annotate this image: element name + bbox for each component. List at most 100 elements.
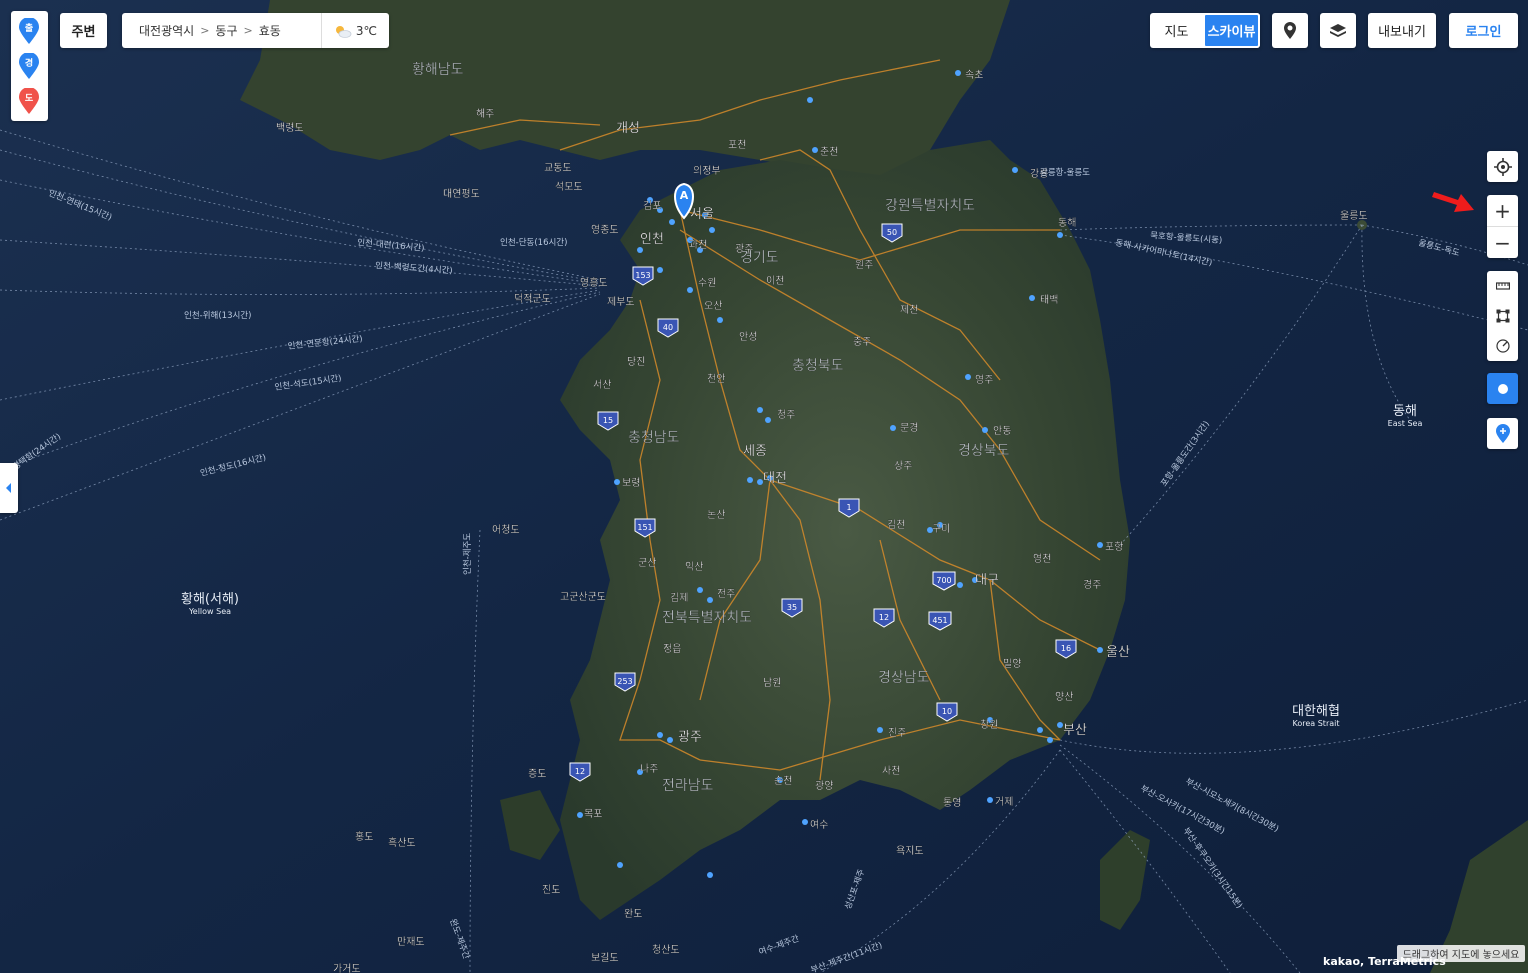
distance-tool-button[interactable] (1487, 271, 1518, 301)
svg-text:증도: 증도 (528, 768, 546, 780)
svg-text:황해남도: 황해남도 (412, 62, 464, 78)
svg-text:군산: 군산 (638, 557, 656, 569)
svg-text:인천: 인천 (640, 232, 664, 247)
svg-text:고군산군도: 고군산군도 (560, 591, 606, 603)
svg-text:춘천: 춘천 (820, 146, 838, 158)
map-type-map-button[interactable]: 지도 (1150, 13, 1203, 48)
radius-tool-button[interactable] (1487, 331, 1518, 361)
side-panel-toggle[interactable] (0, 463, 18, 513)
svg-text:인천-단동(16시간): 인천-단동(16시간) (500, 237, 567, 248)
svg-text:통영: 통영 (943, 797, 961, 809)
layers-button[interactable] (1320, 13, 1356, 48)
svg-text:홍도: 홍도 (355, 830, 373, 843)
map-type-skyview-button[interactable]: 스카이뷰 (1203, 13, 1260, 48)
svg-text:대전: 대전 (763, 471, 787, 486)
area-tool-button[interactable] (1487, 301, 1518, 331)
ruler-icon (1495, 282, 1510, 290)
svg-text:개성: 개성 (616, 121, 640, 136)
zoom-out-button[interactable]: − (1487, 226, 1518, 258)
svg-text:남원: 남원 (763, 677, 781, 689)
svg-text:경상북도: 경상북도 (958, 443, 1010, 459)
svg-text:속초: 속초 (965, 69, 983, 81)
layers-icon (1330, 23, 1346, 37)
svg-text:김제: 김제 (670, 592, 688, 604)
svg-text:진주: 진주 (888, 727, 906, 739)
svg-text:영흥도: 영흥도 (580, 276, 608, 289)
nearby-label: 주변 (71, 25, 96, 40)
svg-text:이천: 이천 (766, 275, 784, 287)
chevron-right-icon: > (200, 24, 210, 37)
svg-text:울산: 울산 (1106, 645, 1130, 660)
svg-text:East Sea: East Sea (1388, 419, 1423, 428)
login-button[interactable]: 로그인 (1449, 13, 1518, 48)
svg-text:덕적군도: 덕적군도 (514, 293, 551, 305)
svg-text:충청북도: 충청북도 (792, 358, 844, 374)
departure-marker-button[interactable]: 출 (19, 17, 39, 44)
marker-tools: 출 경 도 (11, 11, 48, 121)
svg-text:광주: 광주 (678, 730, 702, 745)
svg-text:포천: 포천 (728, 139, 746, 151)
svg-text:포항: 포항 (1105, 541, 1123, 553)
dot-icon (1497, 383, 1508, 394)
crosshair-icon (1493, 157, 1512, 176)
zoom-in-button[interactable]: + (1487, 195, 1518, 226)
svg-text:253: 253 (617, 677, 632, 686)
svg-text:김포: 김포 (643, 200, 661, 212)
svg-text:151: 151 (637, 523, 652, 532)
svg-text:광양: 광양 (815, 780, 833, 792)
svg-text:제부도: 제부도 (607, 296, 635, 308)
svg-text:영종도: 영종도 (591, 224, 619, 236)
my-location-button[interactable] (1487, 151, 1518, 182)
svg-text:출: 출 (25, 22, 33, 34)
svg-text:의정부: 의정부 (693, 165, 721, 177)
login-label: 로그인 (1465, 25, 1502, 40)
roadview-button[interactable] (1272, 13, 1308, 48)
svg-text:전라남도: 전라남도 (662, 778, 714, 794)
svg-text:청산도: 청산도 (652, 944, 680, 956)
svg-text:A: A (680, 189, 689, 202)
breadcrumb: 대전광역시 > 동구 > 효동 3℃ (122, 13, 389, 48)
svg-text:김천: 김천 (887, 519, 905, 531)
svg-text:양산: 양산 (1055, 691, 1073, 703)
svg-text:과천: 과천 (689, 239, 707, 251)
svg-text:충청남도: 충청남도 (628, 430, 680, 446)
add-pin-icon (1495, 423, 1510, 443)
svg-text:제천: 제천 (900, 304, 918, 316)
svg-text:천안: 천안 (707, 373, 725, 385)
svg-text:동해: 동해 (1393, 404, 1417, 419)
svg-text:상주: 상주 (894, 460, 912, 472)
toggle-location-button[interactable] (1487, 373, 1518, 404)
svg-text:16: 16 (1061, 644, 1071, 653)
svg-text:40: 40 (663, 323, 673, 332)
waypoint-marker-button[interactable]: 경 (19, 52, 39, 79)
svg-text:영천: 영천 (1033, 553, 1051, 565)
svg-text:Korea Strait: Korea Strait (1293, 719, 1340, 728)
svg-text:어청도: 어청도 (492, 524, 520, 536)
svg-text:진도: 진도 (542, 884, 560, 896)
svg-text:문경: 문경 (900, 421, 918, 434)
svg-text:창원: 창원 (980, 719, 998, 731)
svg-text:익산: 익산 (685, 561, 703, 573)
breadcrumb-city[interactable]: 대전광역시 (122, 22, 200, 39)
svg-text:보길도: 보길도 (591, 951, 619, 964)
svg-text:안성: 안성 (739, 331, 757, 343)
export-button[interactable]: 내보내기 (1368, 13, 1436, 48)
svg-text:대연평도: 대연평도 (443, 188, 480, 200)
svg-text:강릉항-울릉도: 강릉항-울릉도 (1040, 167, 1090, 178)
breadcrumb-dong[interactable]: 효동 (253, 22, 287, 39)
svg-text:전주: 전주 (717, 588, 735, 600)
svg-text:거제: 거제 (995, 796, 1013, 808)
skyview-map[interactable]: 50 153 40 15 151 1 35 253 12 12 700 451 … (0, 0, 1528, 973)
svg-text:원주: 원주 (855, 259, 873, 271)
weather-widget[interactable]: 3℃ (320, 13, 389, 48)
svg-text:15: 15 (603, 416, 613, 425)
svg-text:12: 12 (575, 767, 585, 776)
svg-text:흑산도: 흑산도 (388, 836, 416, 849)
svg-text:백령도: 백령도 (276, 122, 304, 134)
add-place-button[interactable] (1487, 418, 1518, 449)
breadcrumb-district[interactable]: 동구 (209, 22, 243, 39)
arrival-marker-button[interactable]: 도 (19, 87, 39, 114)
nearby-button[interactable]: 주변 (60, 13, 107, 48)
svg-text:경: 경 (25, 57, 33, 69)
svg-text:영주: 영주 (975, 374, 993, 386)
